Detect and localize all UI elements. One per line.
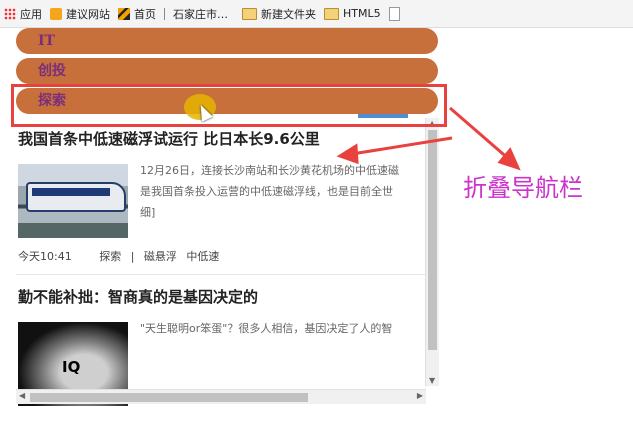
arrow-line [449, 106, 511, 162]
annotation-label: 折叠导航栏 [463, 174, 583, 202]
arrow-head-icon [336, 143, 359, 165]
arrow-line [351, 136, 453, 156]
annotation-arrows [336, 106, 521, 171]
